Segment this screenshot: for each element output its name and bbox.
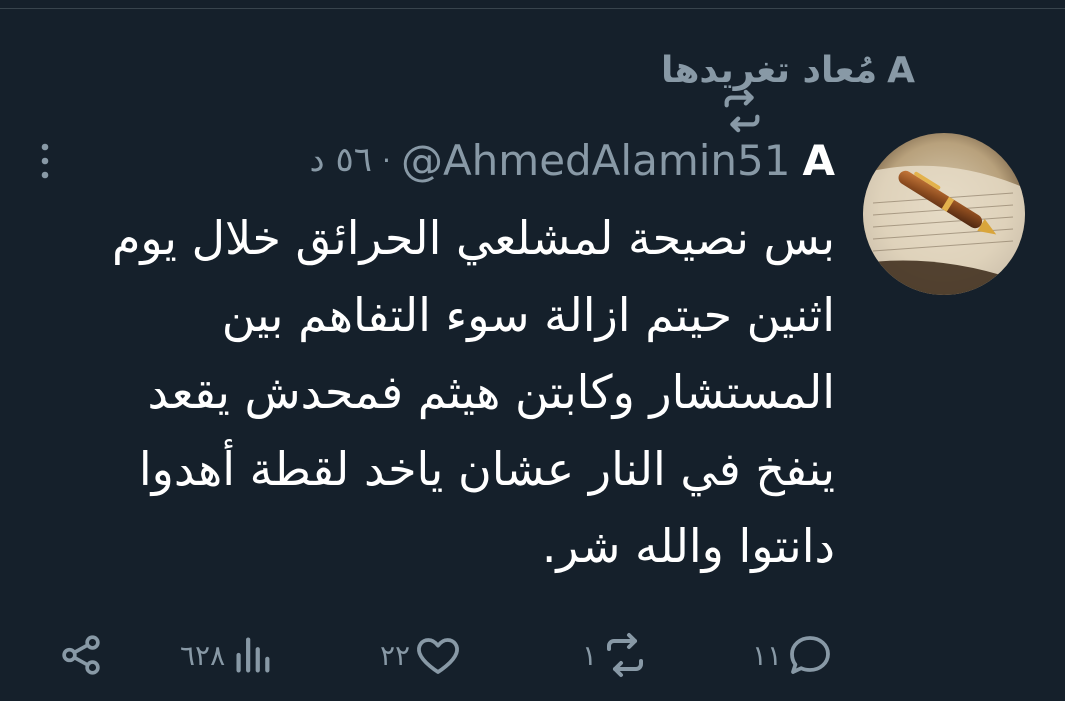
retweet-context[interactable]: A مُعاد تغريدها (660, 42, 915, 133)
separator-dot: · (382, 143, 391, 177)
retweeted-label: مُعاد تغريدها (660, 49, 878, 91)
tweet-screen: A مُعاد تغريدها A @AhmedAlamin51 · ٥٦ د … (0, 0, 1065, 701)
display-name[interactable]: A (802, 136, 835, 185)
like-count: ٢٢ (380, 638, 411, 672)
retweet-button[interactable]: ١ (582, 620, 649, 690)
tweet-text: بس نصيحة لمشلعي الحرائق خلال يوم اثنين ح… (111, 211, 835, 573)
pen-on-book-avatar (863, 133, 1025, 295)
views-count: ٦٢٨ (180, 638, 226, 672)
retweet-icon (607, 633, 644, 677)
reply-count: ١١ (752, 638, 783, 672)
tweet-header: A @AhmedAlamin51 · ٥٦ د (310, 130, 835, 190)
top-divider (0, 8, 1065, 9)
retweet-icon (724, 89, 760, 133)
retweet-count: ١ (582, 638, 598, 672)
views-button[interactable]: ٦٢٨ (180, 620, 275, 690)
analytics-icon (236, 637, 270, 673)
reply-icon (790, 636, 830, 674)
more-vertical-icon[interactable] (30, 138, 60, 184)
retweeter-name[interactable]: A (887, 50, 915, 91)
tweet-time[interactable]: ٥٦ د (310, 140, 372, 180)
user-handle[interactable]: @AhmedAlamin51 (401, 136, 791, 185)
action-bar: ٦٢٨ ٢٢ ١ ١١ (0, 620, 1065, 690)
share-icon (62, 635, 100, 675)
reply-button[interactable]: ١١ (752, 620, 834, 690)
avatar[interactable] (863, 133, 1025, 295)
like-button[interactable]: ٢٢ (380, 620, 462, 690)
share-button[interactable] (58, 620, 104, 690)
heart-icon (417, 638, 459, 674)
